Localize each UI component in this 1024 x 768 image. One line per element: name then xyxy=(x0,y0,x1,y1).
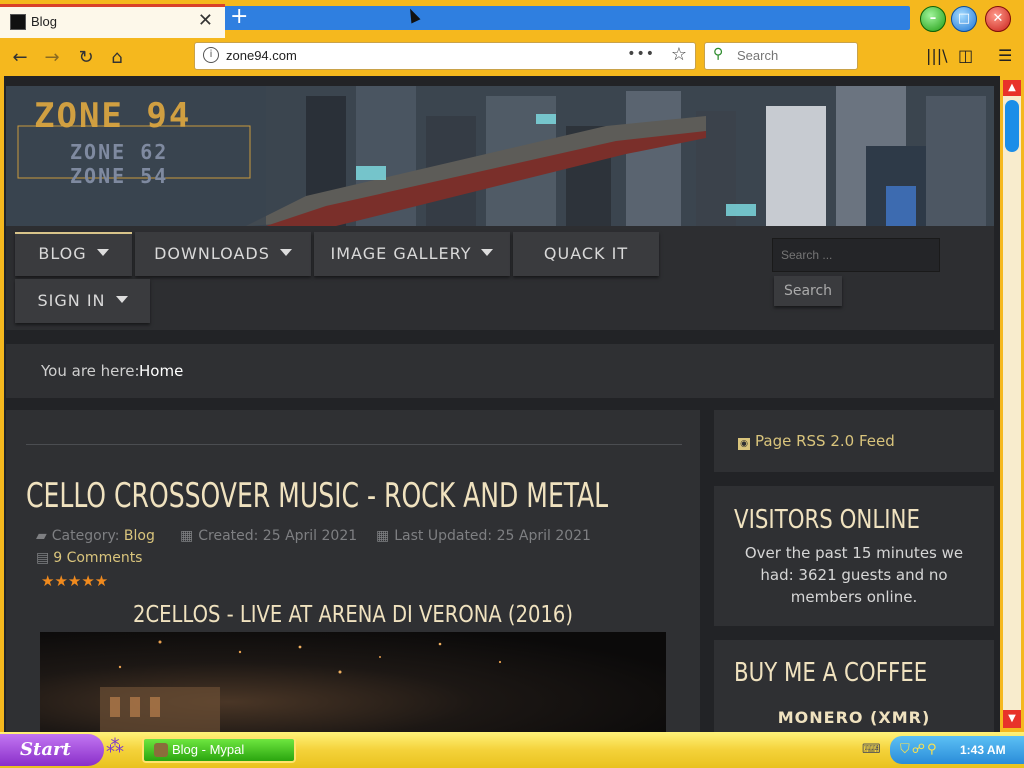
folder-icon: ▰ xyxy=(36,528,47,544)
rss-label: Page RSS 2.0 Feed xyxy=(755,432,895,450)
site-search-box[interactable] xyxy=(772,238,940,272)
menu-item-sign-in[interactable]: SIGN IN xyxy=(15,279,150,323)
menu-item-label: DOWNLOADS xyxy=(154,244,270,263)
close-tab-icon[interactable]: ✕ xyxy=(198,10,213,31)
site-logo-sub: ZONE 62 ZONE 54 xyxy=(70,140,168,188)
caret-down-icon xyxy=(115,296,128,303)
site-search-input[interactable] xyxy=(779,247,933,263)
article-created: ▦ Created: 25 April 2021 xyxy=(180,528,357,544)
close-window-button[interactable]: ✕ xyxy=(985,6,1011,32)
scroll-down-arrow-icon[interactable]: ▼ xyxy=(1003,710,1021,728)
maximize-button[interactable]: □ xyxy=(951,6,977,32)
home-icon: ⌂ xyxy=(111,47,123,68)
comments-count: 9 Comments xyxy=(53,550,143,566)
monero-label: MONERO (XMR) xyxy=(777,708,931,727)
menu-item-label: IMAGE GALLERY xyxy=(330,244,472,263)
caret-down-icon xyxy=(279,249,292,256)
calendar-icon: ▦ xyxy=(376,528,390,544)
forward-button[interactable]: → xyxy=(38,44,66,72)
tray-icons[interactable]: ⛉☍⚲ xyxy=(900,742,938,757)
visitors-online-title: VISITORS ONLINE xyxy=(734,505,920,535)
updated-date: Last Updated: 25 April 2021 xyxy=(394,528,591,544)
start-button[interactable]: Start xyxy=(0,734,104,766)
rating-stars[interactable]: ★★★★★ xyxy=(41,572,108,590)
article-title[interactable]: CELLO CROSSOVER MUSIC - ROCK AND METAL xyxy=(26,476,608,516)
minimize-icon: – xyxy=(929,11,937,26)
site-logo-sub-2: ZONE 54 xyxy=(70,164,169,188)
close-icon: ✕ xyxy=(992,11,1004,26)
site-logo-sub-1: ZONE 62 xyxy=(70,140,169,164)
breadcrumb-label: You are here: xyxy=(41,362,140,380)
video-title: 2CELLOS - LIVE AT ARENA DI VERONA (2016) xyxy=(133,602,573,628)
visitors-online-text: Over the past 15 minutes we had: 3621 gu… xyxy=(744,544,964,606)
menu-item-label: BLOG xyxy=(38,244,87,263)
site-logo-main[interactable]: ZONE 94 xyxy=(34,96,191,136)
mypal-app-icon xyxy=(154,743,168,757)
taskbar-window-button[interactable]: Blog - Mypal xyxy=(142,737,296,763)
created-date: Created: 25 April 2021 xyxy=(198,528,358,544)
forward-arrow-icon: → xyxy=(44,47,60,68)
site-info-icon[interactable]: i xyxy=(203,47,219,63)
keyboard-layout-icon[interactable]: ⌨ xyxy=(862,742,881,757)
browser-search-box[interactable]: ⚲ xyxy=(704,42,858,70)
category-label: Category: xyxy=(51,528,120,544)
divider xyxy=(26,444,682,445)
menu-item-label: QUACK IT xyxy=(543,244,629,263)
scrollbar-track[interactable] xyxy=(1003,96,1021,710)
article-category: ▰ Category: Blog xyxy=(36,528,155,544)
tab-strip xyxy=(225,6,910,30)
site-favicon-icon xyxy=(10,14,26,30)
comment-icon: ▤ xyxy=(36,550,50,566)
minimize-button[interactable]: – xyxy=(920,6,946,32)
calendar-icon: ▦ xyxy=(180,528,194,544)
rss-feed-link[interactable]: ◉ Page RSS 2.0 Feed xyxy=(738,432,895,450)
browser-tab[interactable]: Blog ✕ xyxy=(0,4,225,38)
back-button[interactable]: ← xyxy=(6,44,34,72)
comments-link[interactable]: ▤ 9 Comments xyxy=(36,550,142,566)
menu-item-downloads[interactable]: DOWNLOADS xyxy=(135,232,311,276)
reload-icon: ↻ xyxy=(78,47,94,68)
taskbar-clock[interactable]: 1:43 AM xyxy=(960,743,1006,757)
menu-item-blog[interactable]: BLOG xyxy=(15,232,132,276)
shield-icon[interactable]: ⛉ xyxy=(900,742,912,757)
new-tab-button[interactable]: + xyxy=(230,4,248,30)
window-border xyxy=(0,76,4,732)
article-updated: ▦ Last Updated: 25 April 2021 xyxy=(376,528,591,544)
url-text[interactable]: zone94.com xyxy=(226,48,297,63)
breadcrumb-home-link[interactable]: Home xyxy=(139,362,183,380)
sidebar-toggle-icon[interactable]: ◫ xyxy=(958,46,973,65)
video-embed[interactable] xyxy=(40,632,666,732)
tab-title: Blog xyxy=(31,14,58,29)
search-icon: ⚲ xyxy=(713,46,724,62)
start-decoration-icon: ⁂ xyxy=(106,736,124,757)
home-button[interactable]: ⌂ xyxy=(103,44,131,72)
search-tray-icon[interactable]: ⚲ xyxy=(927,742,939,757)
category-link[interactable]: Blog xyxy=(124,528,155,544)
page-actions-icon[interactable]: ••• xyxy=(627,46,655,62)
scrollbar-thumb[interactable] xyxy=(1005,100,1019,152)
concert-video-frame xyxy=(100,640,502,732)
browser-search-input[interactable] xyxy=(735,47,849,64)
back-arrow-icon: ← xyxy=(12,47,28,68)
menu-item-image-gallery[interactable]: IMAGE GALLERY xyxy=(314,232,510,276)
caret-down-icon xyxy=(96,249,109,256)
maximize-icon: □ xyxy=(957,11,971,26)
caret-down-icon xyxy=(481,249,494,256)
library-icon[interactable]: |||\ xyxy=(926,46,948,65)
network-icon[interactable]: ☍ xyxy=(912,742,927,757)
scroll-up-arrow-icon[interactable]: ▲ xyxy=(1003,80,1021,96)
hamburger-menu-icon[interactable]: ☰ xyxy=(998,46,1012,65)
reload-button[interactable]: ↻ xyxy=(72,44,100,72)
url-bar[interactable]: i zone94.com ••• ☆ xyxy=(194,42,696,70)
menu-item-quack-it[interactable]: QUACK IT xyxy=(513,232,659,276)
rss-icon: ◉ xyxy=(738,438,750,450)
bookmark-star-icon[interactable]: ☆ xyxy=(671,44,687,65)
site-search-button[interactable]: Search xyxy=(774,276,842,306)
menu-item-label: SIGN IN xyxy=(37,291,106,310)
buy-coffee-title: BUY ME A COFFEE xyxy=(734,658,928,688)
taskbar-window-label: Blog - Mypal xyxy=(172,742,245,757)
